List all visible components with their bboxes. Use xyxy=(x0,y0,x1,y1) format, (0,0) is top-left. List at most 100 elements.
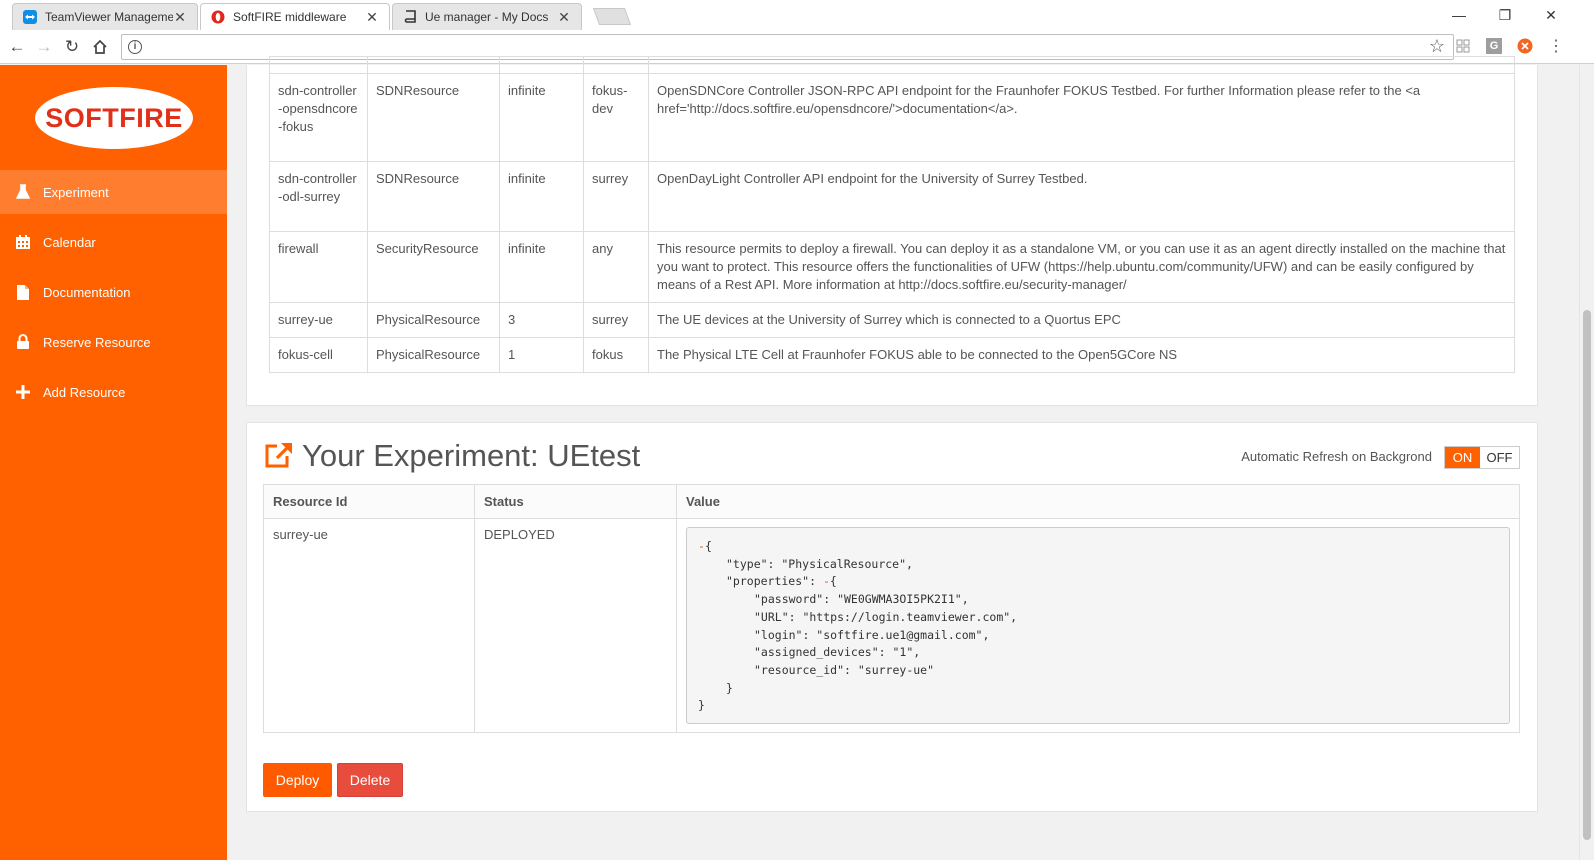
sidebar: SOFTFIRE Experiment Calendar Documentati… xyxy=(0,65,227,860)
sidebar-item-label: Add Resource xyxy=(43,384,126,400)
window-close-icon[interactable]: ✕ xyxy=(1528,0,1574,30)
resource-type-cell: SDNResource xyxy=(367,73,500,162)
calendar-icon xyxy=(14,233,32,251)
extension-grid-icon[interactable] xyxy=(1455,38,1471,54)
sidebar-item-documentation[interactable]: Documentation xyxy=(0,270,227,314)
softfire-logo[interactable]: SOFTFIRE xyxy=(35,87,193,149)
external-link-icon[interactable] xyxy=(264,441,294,472)
resource-id-cell: fokus-cell xyxy=(269,337,368,373)
collapse-toggle[interactable]: - xyxy=(698,539,705,553)
browser-tab-docs[interactable]: Ue manager - My Docs ✕ xyxy=(392,3,582,30)
testbed-cell: surrey xyxy=(583,161,649,232)
info-icon[interactable]: i xyxy=(128,40,142,54)
toggle-off[interactable]: OFF xyxy=(1480,447,1519,468)
teamviewer-icon xyxy=(23,10,37,24)
collapse-toggle[interactable]: - xyxy=(823,574,830,588)
testbed-cell: fokus xyxy=(583,337,649,373)
browser-tab-teamviewer[interactable]: TeamViewer Managemer ✕ xyxy=(12,3,198,30)
page-scrollbar[interactable] xyxy=(1579,65,1594,860)
browser-tab-bar: TeamViewer Managemer ✕ SoftFIRE middlewa… xyxy=(0,0,1594,30)
description-cell: The Physical LTE Cell at Fraunhofer FOKU… xyxy=(648,337,1515,373)
sidebar-item-label: Documentation xyxy=(43,284,131,300)
description-cell: The UE devices at the University of Surr… xyxy=(648,302,1515,338)
home-icon[interactable] xyxy=(88,35,112,59)
browser-tab-softfire[interactable]: SoftFIRE middleware ✕ xyxy=(200,3,390,30)
sidebar-item-reserve-resource[interactable]: Reserve Resource xyxy=(0,320,227,364)
auto-refresh-label: Automatic Refresh on Backgrond xyxy=(1241,449,1432,464)
plus-icon xyxy=(14,383,32,401)
resource-type-cell: PhysicalResource xyxy=(367,337,500,373)
sidebar-item-label: Experiment xyxy=(43,184,109,200)
flask-icon xyxy=(14,183,32,201)
forward-arrow-icon[interactable]: → xyxy=(32,35,56,59)
auto-refresh-toggle[interactable]: ON OFF xyxy=(1444,446,1520,469)
tab-title: Ue manager - My Docs xyxy=(425,10,549,24)
resource-id-cell: firewall xyxy=(269,231,368,303)
tab-title: TeamViewer Managemer xyxy=(45,10,173,24)
json-viewer[interactable]: -{ "type": "PhysicalResource", "properties… xyxy=(686,527,1510,724)
resources-table: sdn-controller-opensdncore-fokus SDNReso… xyxy=(269,56,1515,373)
cardinality-cell: infinite xyxy=(499,231,584,303)
book-icon xyxy=(403,10,417,24)
json-line: -{ xyxy=(698,539,712,553)
description-cell: OpenSDNCore Controller JSON-RPC API endp… xyxy=(648,73,1515,162)
table-row: fokus-cell PhysicalResource 1 fokus The … xyxy=(269,337,1515,373)
new-tab-button[interactable] xyxy=(592,8,632,25)
reload-icon[interactable]: ↻ xyxy=(60,35,84,59)
close-icon[interactable]: ✕ xyxy=(365,9,379,26)
resource-type-cell: SDNResource xyxy=(367,161,500,232)
json-line: } xyxy=(726,680,733,695)
cardinality-cell: infinite xyxy=(499,161,584,232)
json-line: "password": "WE0GWMA3OI5PK2I1", xyxy=(754,592,969,607)
cardinality-cell: 3 xyxy=(499,302,584,338)
extension-g-icon[interactable]: G xyxy=(1486,38,1502,54)
table-row: surrey-ue PhysicalResource 3 surrey The … xyxy=(269,302,1515,338)
menu-dots-icon[interactable]: ⋮ xyxy=(1548,38,1564,55)
status-cell: DEPLOYED xyxy=(474,518,677,733)
resource-id-cell: sdn-controller-odl-surrey xyxy=(269,161,368,232)
json-line: } xyxy=(698,698,705,713)
table-row: surrey-ue DEPLOYED -{ "type": "PhysicalRe… xyxy=(263,518,1520,733)
json-line: "assigned_devices": "1", xyxy=(754,645,921,660)
deploy-button[interactable]: Deploy xyxy=(263,763,332,797)
column-header-status: Status xyxy=(474,484,677,519)
table-row: sdn-controller-odl-surrey SDNResource in… xyxy=(269,161,1515,232)
logo-text: SOFTFIRE xyxy=(45,102,183,133)
minimize-icon[interactable]: — xyxy=(1436,0,1482,30)
sidebar-item-add-resource[interactable]: Add Resource xyxy=(0,370,227,414)
sidebar-item-calendar[interactable]: Calendar xyxy=(0,220,227,264)
experiment-table: Resource Id Status Value surrey-ue DEPLO… xyxy=(263,484,1520,733)
json-line: "login": "softfire.ue1@gmail.com", xyxy=(754,627,990,642)
close-icon[interactable]: ✕ xyxy=(557,9,571,26)
close-icon[interactable]: ✕ xyxy=(173,9,187,26)
json-line: "properties": -{ xyxy=(726,574,837,589)
testbed-cell: surrey xyxy=(583,302,649,338)
testbed-cell: fokus-dev xyxy=(583,73,649,162)
delete-button[interactable]: Delete xyxy=(337,763,403,797)
description-cell: This resource permits to deploy a firewa… xyxy=(648,231,1515,303)
sidebar-item-experiment[interactable]: Experiment xyxy=(0,170,227,214)
restore-icon[interactable]: ❐ xyxy=(1482,0,1528,30)
toggle-on[interactable]: ON xyxy=(1445,447,1480,468)
bookmark-star-icon[interactable]: ☆ xyxy=(1429,36,1445,57)
extension-orange-icon[interactable] xyxy=(1517,38,1533,54)
json-line: "resource_id": "surrey-ue" xyxy=(754,662,935,677)
resource-id-cell: sdn-controller-opensdncore-fokus xyxy=(269,73,368,162)
scrollbar-thumb[interactable] xyxy=(1583,310,1591,840)
experiment-title: Your Experiment: UEtest xyxy=(302,438,641,473)
json-line: "type": "PhysicalResource", xyxy=(726,556,913,571)
sidebar-item-label: Calendar xyxy=(43,234,96,250)
description-cell: OpenDayLight Controller API endpoint for… xyxy=(648,161,1515,232)
testbed-cell: any xyxy=(583,231,649,303)
table-row: firewall SecurityResource infinite any T… xyxy=(269,231,1515,303)
cardinality-cell: infinite xyxy=(499,73,584,162)
back-arrow-icon[interactable]: ← xyxy=(5,35,29,59)
table-header-row: Resource Id Status Value xyxy=(263,484,1520,519)
resource-id-cell: surrey-ue xyxy=(263,518,475,733)
table-row xyxy=(269,56,1515,74)
column-header-value: Value xyxy=(676,484,1520,519)
experiment-header: Your Experiment: UEtest xyxy=(264,438,640,474)
lock-icon xyxy=(14,333,32,351)
resource-id-cell: surrey-ue xyxy=(269,302,368,338)
resource-type-cell: PhysicalResource xyxy=(367,302,500,338)
